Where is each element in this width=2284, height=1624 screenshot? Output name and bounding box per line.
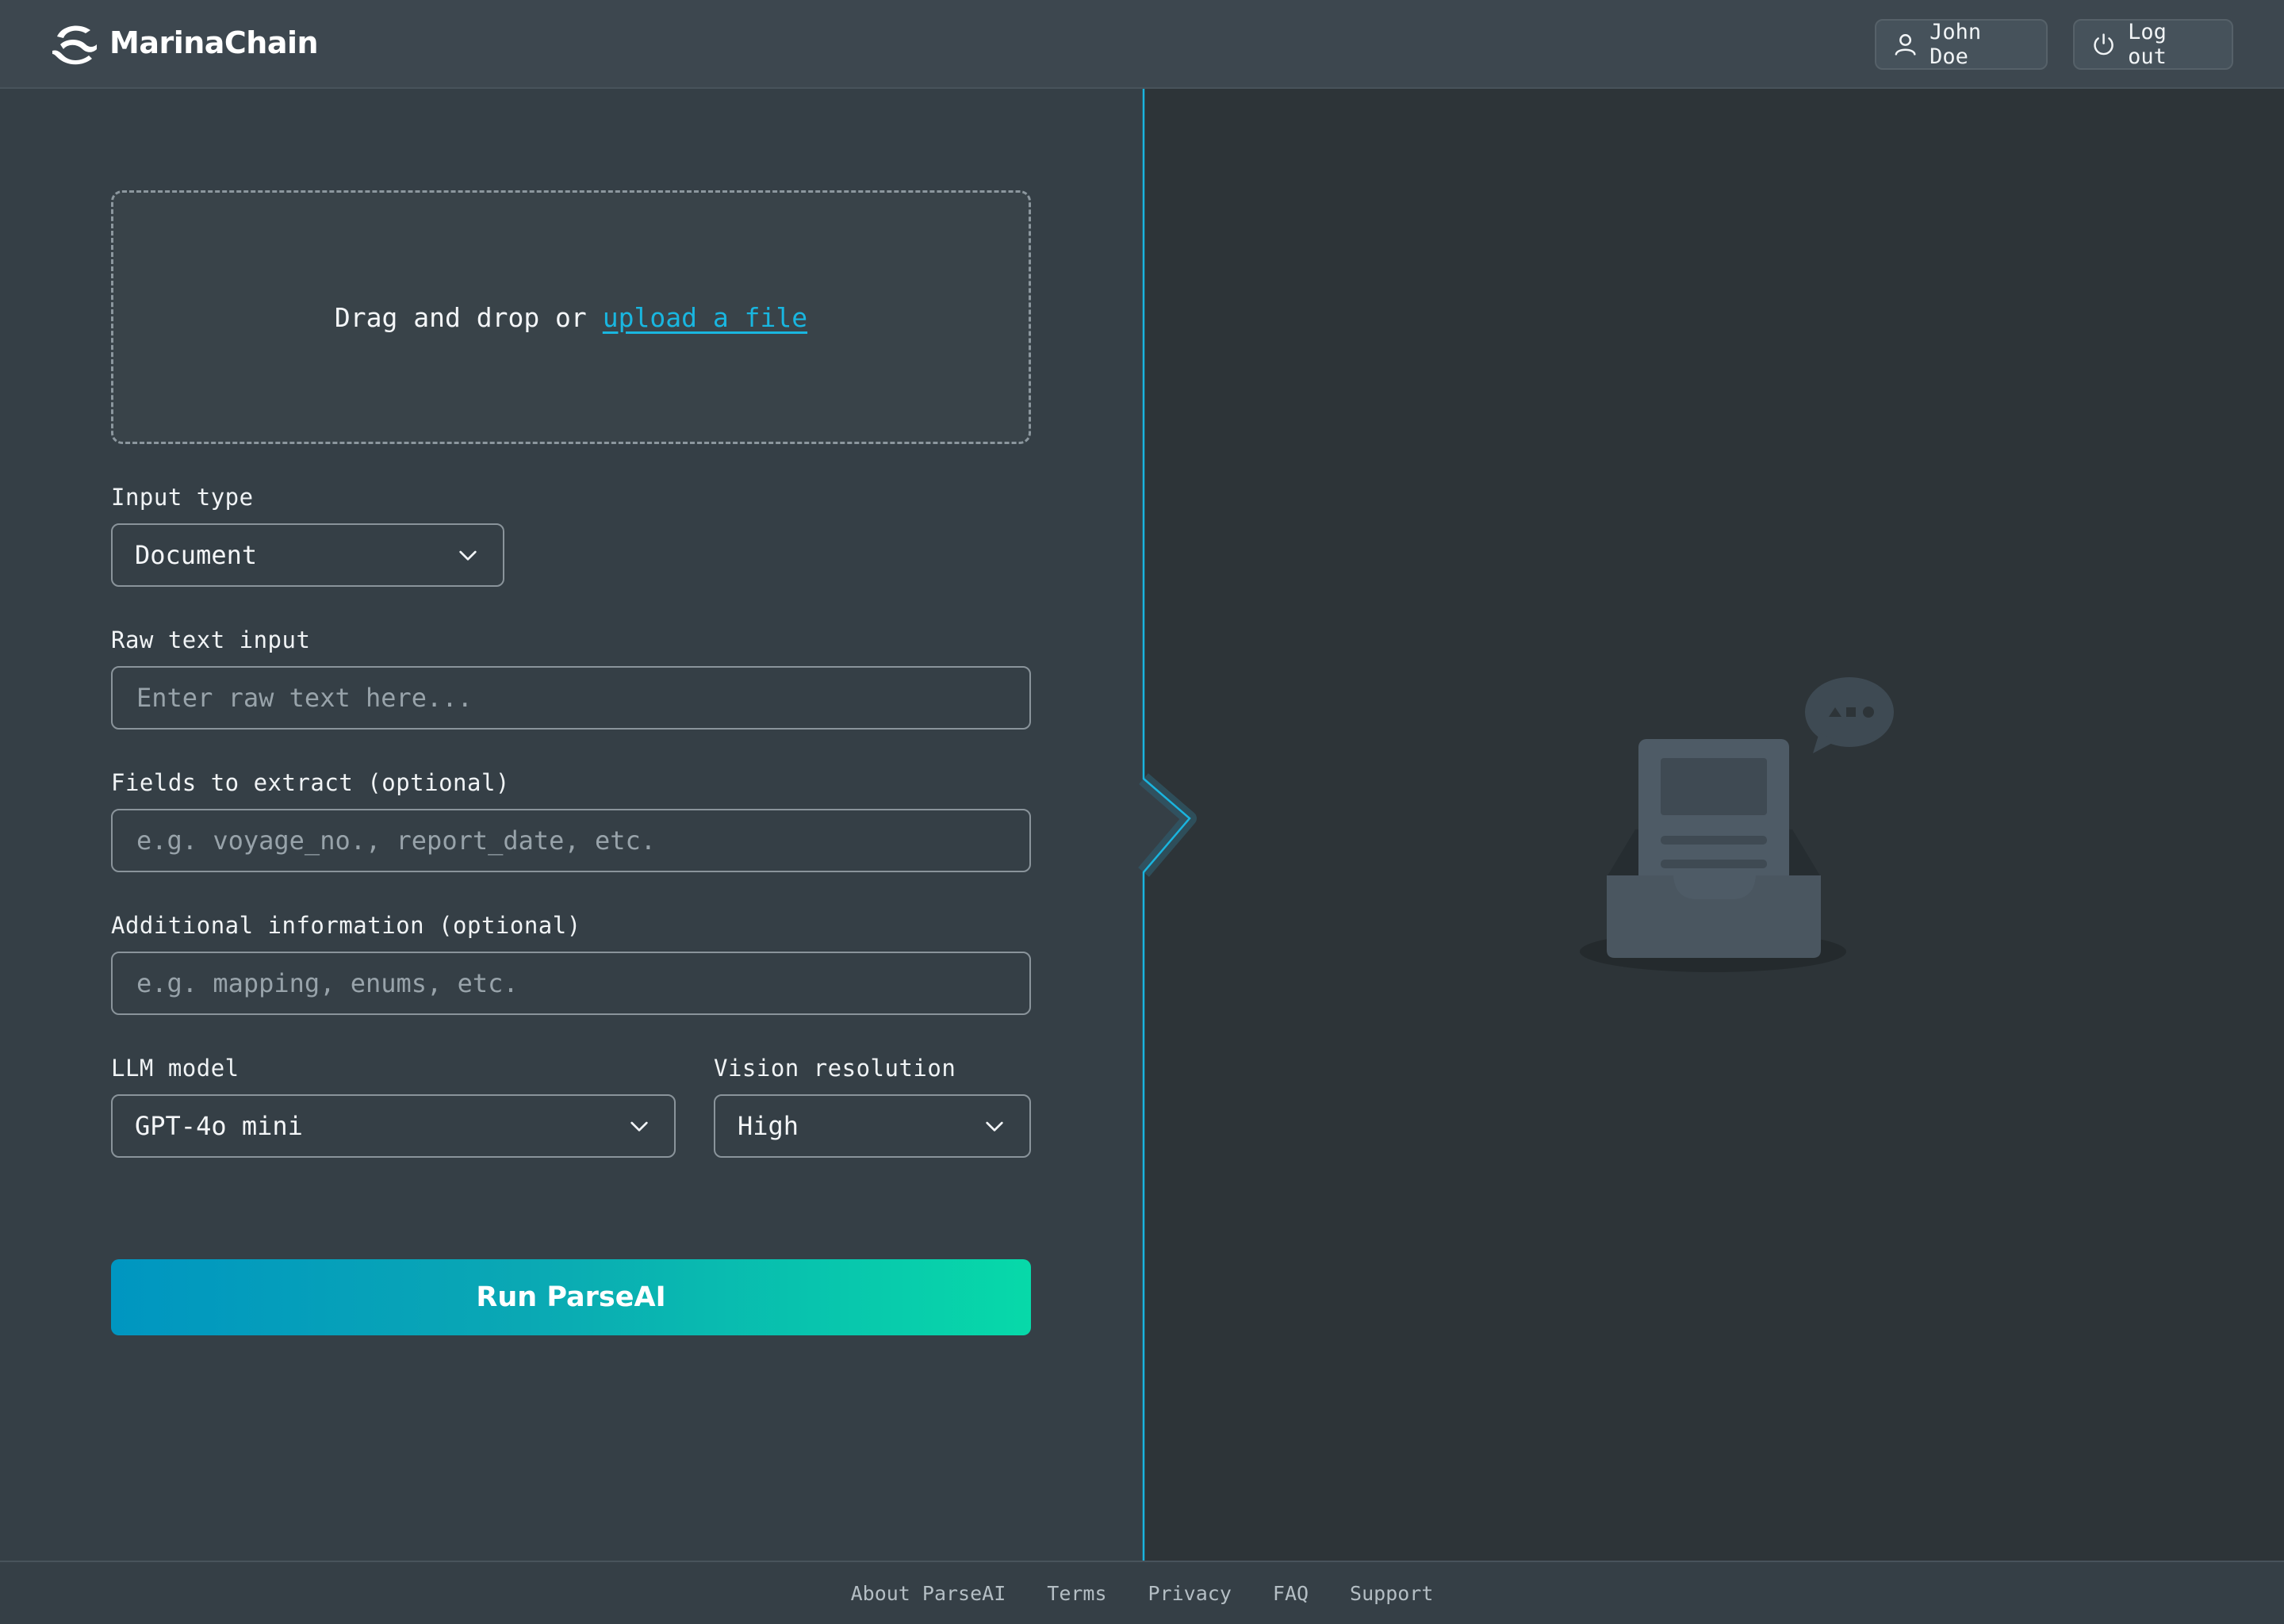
vision-resolution-select[interactable]: High [714,1094,1031,1158]
chevron-down-icon [986,1121,1003,1132]
additional-info-input[interactable] [135,967,1007,999]
user-button[interactable]: John Doe [1875,19,2048,70]
raw-text-input[interactable] [135,682,1007,714]
additional-info-field[interactable] [111,952,1031,1015]
dropzone-prompt: Drag and drop or [334,301,587,333]
top-header: MarinaChain John Doe Log out [0,0,2284,89]
fields-to-extract-field[interactable] [111,809,1031,872]
llm-model-label: LLM model [111,1055,240,1082]
raw-text-field[interactable] [111,666,1031,730]
fields-to-extract-input[interactable] [135,825,1007,856]
user-icon [1895,34,1916,56]
upload-file-link[interactable]: upload a file [603,302,807,333]
llm-model-select[interactable]: GPT-4o mini [111,1094,676,1158]
vision-resolution-label: Vision resolution [714,1055,956,1082]
additional-info-label: Additional information (optional) [111,912,581,939]
fields-to-extract-label: Fields to extract (optional) [111,769,510,796]
file-dropzone[interactable]: Drag and drop or upload a file [111,190,1031,444]
footer-link-privacy[interactable]: Privacy [1148,1582,1232,1605]
power-icon [2094,33,2113,56]
run-parseai-button[interactable]: Run ParseAI [111,1259,1031,1335]
footer-link-about[interactable]: About ParseAI [851,1582,1006,1605]
document-tray-illustration [1580,677,1894,972]
logout-label: Log out [2128,20,2167,69]
footer-link-terms[interactable]: Terms [1047,1582,1106,1605]
chevron-down-icon [459,550,477,561]
wave-logo-icon [52,25,97,65]
input-type-select[interactable]: Document [111,523,504,587]
app-name: MarinaChain [109,25,319,60]
logout-button[interactable]: Log out [2073,19,2233,70]
llm-model-value: GPT-4o mini [135,1111,303,1141]
input-type-label: Input type [111,484,254,511]
raw-text-label: Raw text input [111,626,311,653]
footer-link-faq[interactable]: FAQ [1273,1582,1309,1605]
user-name: John Doe [1930,20,1982,69]
input-type-value: Document [135,540,258,570]
vision-resolution-value: High [738,1111,799,1141]
app-logo[interactable]: MarinaChain [49,21,319,65]
footer: About ParseAI Terms Privacy FAQ Support [0,1561,2284,1624]
chevron-down-icon [630,1121,648,1132]
footer-link-support[interactable]: Support [1350,1582,1433,1605]
